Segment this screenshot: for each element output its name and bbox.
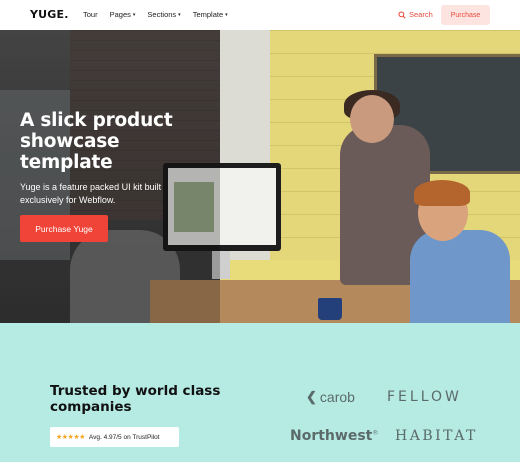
carob-logo: ❮ carob bbox=[306, 389, 355, 405]
nav-link-template[interactable]: Template ▾ bbox=[193, 10, 228, 19]
northwest-logo-text: Northwest bbox=[290, 428, 373, 444]
trustpilot-rating-badge[interactable]: ★★★★★ Avg. 4.97/5 on TrustPilot bbox=[50, 427, 179, 447]
hero-photo-head bbox=[350, 95, 394, 143]
carob-logo-text: carob bbox=[319, 389, 355, 405]
registered-mark: ® bbox=[372, 429, 379, 437]
nav-link-tour[interactable]: Tour bbox=[83, 10, 98, 19]
hero-title: A slick product showcase template bbox=[20, 110, 173, 173]
fellow-logo: FELLOW bbox=[387, 389, 462, 405]
nav-link-label: Pages bbox=[109, 10, 131, 19]
hero-photo-person-seated bbox=[410, 230, 510, 323]
nav-link-sections[interactable]: Sections ▾ bbox=[147, 10, 180, 19]
chevron-down-icon: ▾ bbox=[178, 11, 181, 18]
hero-photo-mug bbox=[318, 298, 342, 320]
search-icon bbox=[398, 10, 406, 19]
brand-logo[interactable]: YUGE. bbox=[30, 8, 69, 21]
chevron-down-icon: ▾ bbox=[225, 11, 228, 18]
top-navbar: YUGE. Tour Pages ▾ Sections ▾ Template ▾ Se… bbox=[0, 0, 520, 30]
hero-photo-hair bbox=[414, 180, 470, 206]
chevron-down-icon: ▾ bbox=[132, 11, 136, 18]
rating-text: Avg. 4.97/5 on TrustPilot bbox=[88, 433, 160, 441]
nav-links: Tour Pages ▾ Sections ▾ Template ▾ bbox=[83, 10, 240, 19]
star-rating-icon: ★★★★★ bbox=[56, 434, 85, 441]
nav-link-label: Template bbox=[192, 10, 224, 19]
hero-section: A slick product showcase template Yuge i… bbox=[0, 30, 520, 323]
hero-overlay bbox=[0, 30, 220, 323]
habitat-logo: HABITAT bbox=[395, 428, 478, 444]
trusted-section: Trusted by world class companies ★★★★★ A… bbox=[0, 323, 520, 462]
trusted-title: Trusted by world class companies bbox=[50, 383, 221, 415]
purchase-button[interactable]: Purchase bbox=[441, 5, 490, 25]
hero-subtitle: Yuge is a feature packed UI kit built ex… bbox=[20, 182, 162, 205]
nav-link-label: Sections bbox=[147, 10, 177, 19]
northwest-logo: Northwest® bbox=[290, 428, 378, 444]
nav-link-label: Tour bbox=[83, 10, 98, 19]
nav-link-pages[interactable]: Pages ▾ bbox=[110, 10, 136, 19]
carob-leaf-icon: ❮ bbox=[306, 389, 317, 404]
purchase-yuge-button[interactable]: Purchase Yuge bbox=[20, 215, 108, 242]
search-label: Search bbox=[409, 10, 433, 19]
search-button[interactable]: Search bbox=[398, 10, 433, 19]
